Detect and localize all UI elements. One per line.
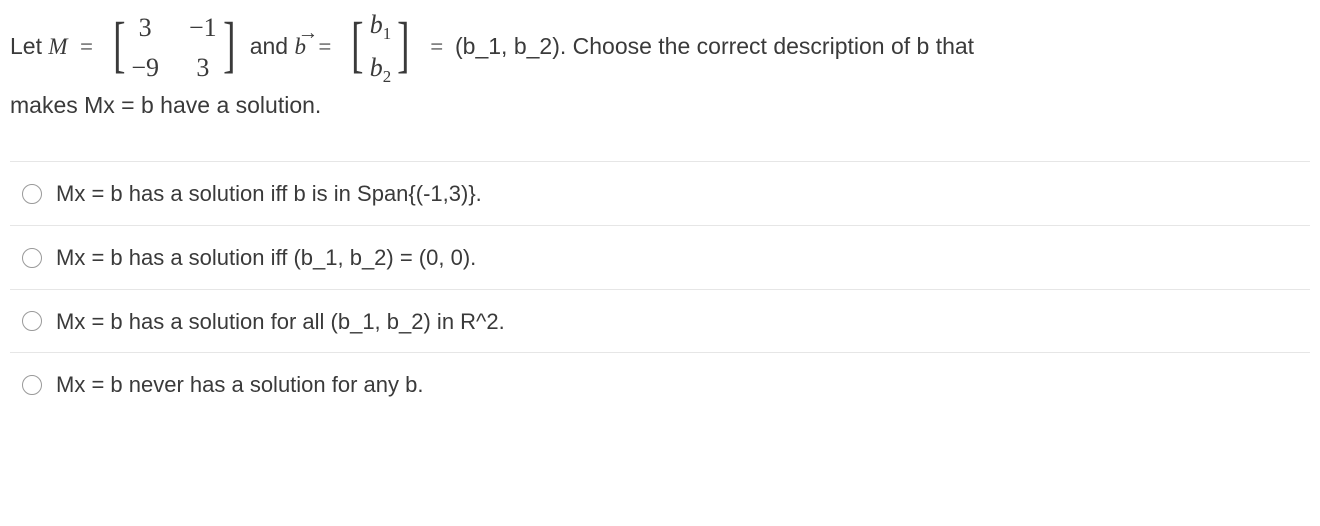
m-cell-22: 3: [189, 49, 217, 87]
question-container: Let M = [ 3 −1 −9 3 ] and → b = [ b1: [0, 0, 1320, 424]
question-line2: makes Mx = b have a solution.: [10, 89, 1310, 122]
bracket-right-2: ]: [397, 18, 409, 74]
option-text: Mx = b never has a solution for any b.: [56, 369, 423, 401]
matrix-M-body: 3 −1 −9 3: [131, 9, 216, 86]
b2-cell: b2: [370, 49, 391, 90]
options-list: Mx = b has a solution iff b is in Span{(…: [10, 161, 1310, 417]
and-text: and: [250, 33, 295, 59]
b2-letter: b: [370, 53, 383, 82]
vector-arrow-icon: →: [298, 18, 319, 48]
option-2[interactable]: Mx = b has a solution iff (b_1, b_2) = (…: [10, 226, 1310, 290]
b1-cell: b1: [370, 6, 391, 47]
option-text: Mx = b has a solution iff b is in Span{(…: [56, 178, 482, 210]
let-text: Let: [10, 33, 48, 59]
vector-b-body: b1 b2: [370, 6, 391, 89]
vector-b-symbol: → b: [294, 30, 306, 63]
radio-icon[interactable]: [22, 311, 42, 331]
option-text: Mx = b has a solution iff (b_1, b_2) = (…: [56, 242, 476, 274]
m-cell-21: −9: [131, 49, 159, 87]
matrix-M: [ 3 −1 −9 3 ]: [109, 9, 240, 86]
option-4[interactable]: Mx = b never has a solution for any b.: [10, 353, 1310, 416]
equals-1: =: [80, 34, 99, 59]
b1-sub: 1: [383, 24, 391, 43]
m-cell-11: 3: [131, 9, 159, 47]
m-cell-12: −1: [189, 9, 217, 47]
matrix-symbol-M: M: [48, 34, 67, 59]
radio-icon[interactable]: [22, 248, 42, 268]
option-3[interactable]: Mx = b has a solution for all (b_1, b_2)…: [10, 290, 1310, 354]
radio-icon[interactable]: [22, 375, 42, 395]
option-1[interactable]: Mx = b has a solution iff b is in Span{(…: [10, 162, 1310, 226]
b1-letter: b: [370, 10, 383, 39]
b2-sub: 2: [383, 67, 391, 86]
option-text: Mx = b has a solution for all (b_1, b_2)…: [56, 306, 505, 338]
vector-b: [ b1 b2 ]: [347, 6, 414, 89]
bracket-left: [: [113, 18, 125, 74]
bracket-left-2: [: [351, 18, 363, 74]
question-tail: (b_1, b_2). Choose the correct descripti…: [455, 33, 974, 59]
question-stem: Let M = [ 3 −1 −9 3 ] and → b = [ b1: [10, 6, 1310, 123]
bracket-right: ]: [223, 18, 235, 74]
equals-2: =: [318, 34, 337, 59]
equals-3: =: [430, 34, 449, 59]
radio-icon[interactable]: [22, 184, 42, 204]
